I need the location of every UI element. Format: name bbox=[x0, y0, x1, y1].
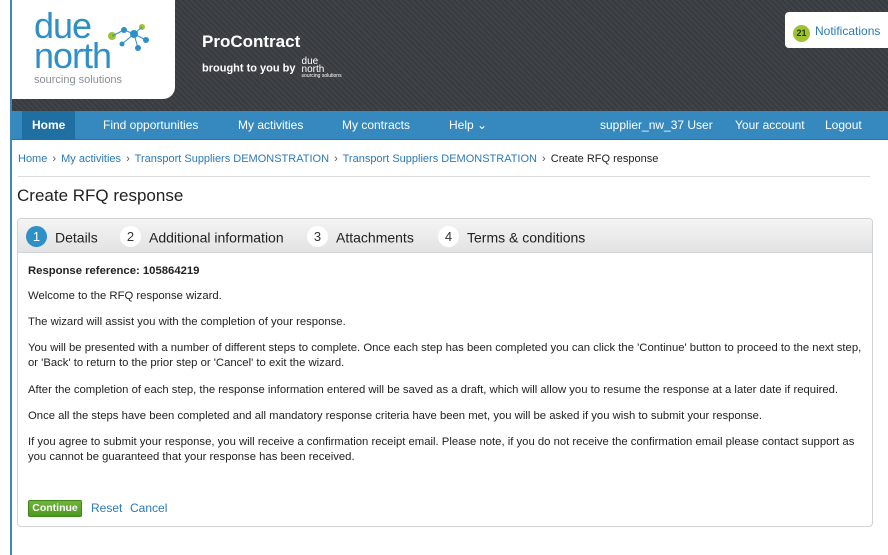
wizard-paragraph: The wizard will assist you with the comp… bbox=[28, 316, 346, 328]
step-number: 3 bbox=[307, 225, 328, 247]
cancel-link[interactable]: Cancel bbox=[130, 501, 167, 515]
site-header: due north sourcing solutions ProContract… bbox=[12, 0, 888, 111]
step-label: Additional information bbox=[149, 229, 284, 246]
wizard-paragraph: Once all the steps have been completed a… bbox=[28, 410, 763, 422]
due-north-logo[interactable]: due north sourcing solutions bbox=[12, 0, 175, 99]
reset-link[interactable]: Reset bbox=[91, 501, 122, 515]
step-number: 2 bbox=[120, 225, 141, 247]
breadcrumb-activity[interactable]: Transport Suppliers DEMONSTRATION bbox=[343, 153, 537, 165]
breadcrumb: Home › My activities › Transport Supplie… bbox=[18, 153, 658, 165]
step-terms-conditions[interactable]: 4 Terms & conditions bbox=[438, 219, 585, 253]
small-logo-tag: sourcing solutions bbox=[301, 73, 342, 79]
nav-help-dropdown[interactable]: Help ⌄ bbox=[439, 111, 497, 140]
breadcrumb-project[interactable]: Transport Suppliers DEMONSTRATION bbox=[135, 153, 329, 165]
step-details[interactable]: 1 Details bbox=[26, 219, 98, 253]
wizard-paragraph: Welcome to the RFQ response wizard. bbox=[28, 290, 222, 302]
nav-home[interactable]: Home bbox=[22, 111, 76, 140]
step-label: Attachments bbox=[336, 229, 414, 246]
wizard-paragraph: After the completion of each step, the r… bbox=[28, 384, 839, 396]
step-number: 4 bbox=[438, 225, 459, 247]
breadcrumb-separator: › bbox=[542, 153, 546, 165]
main-nav: Home Find opportunities My activities My… bbox=[12, 111, 888, 140]
breadcrumb-current: Create RFQ response bbox=[550, 153, 659, 165]
step-label: Terms & conditions bbox=[467, 229, 586, 246]
step-additional-information[interactable]: 2 Additional information bbox=[120, 219, 284, 253]
notifications-label: Notifications bbox=[815, 24, 881, 38]
wizard-paragraph: If you agree to submit your response, yo… bbox=[28, 436, 855, 463]
breadcrumb-divider bbox=[18, 176, 870, 177]
breadcrumb-separator: › bbox=[334, 153, 338, 165]
breadcrumb-my-activities[interactable]: My activities bbox=[61, 153, 121, 165]
continue-button[interactable]: Continue bbox=[28, 500, 82, 517]
wizard-paragraph: You will be presented with a number of d… bbox=[28, 342, 862, 369]
page-title: Create RFQ response bbox=[17, 186, 184, 205]
nav-current-user[interactable]: supplier_nw_37 User bbox=[590, 111, 723, 140]
step-attachments[interactable]: 3 Attachments bbox=[307, 219, 414, 253]
notifications-button[interactable]: 21 Notifications bbox=[785, 12, 888, 48]
breadcrumb-separator: › bbox=[52, 153, 57, 165]
nav-your-account[interactable]: Your account bbox=[725, 111, 815, 140]
nav-my-activities[interactable]: My activities bbox=[228, 111, 313, 140]
notification-count-badge: 21 bbox=[793, 25, 810, 42]
nav-my-contracts[interactable]: My contracts bbox=[332, 111, 420, 140]
due-north-small-logo: due north sourcing solutions bbox=[301, 57, 342, 79]
brand-title: ProContract bbox=[202, 32, 301, 51]
response-reference: Response reference: 105864219 bbox=[28, 265, 200, 277]
logo-tagline: sourcing solutions bbox=[34, 74, 123, 86]
breadcrumb-separator: › bbox=[126, 153, 130, 165]
rfq-response-wizard: 1 Details 2 Additional information 3 Attach… bbox=[17, 218, 873, 527]
nav-logout[interactable]: Logout bbox=[815, 111, 872, 140]
brand-subtitle-text: brought to you by bbox=[202, 62, 296, 75]
step-number: 1 bbox=[26, 225, 47, 247]
nav-find-opportunities[interactable]: Find opportunities bbox=[93, 111, 208, 140]
breadcrumb-home[interactable]: Home bbox=[18, 153, 47, 165]
step-label: Details bbox=[55, 229, 98, 246]
wizard-steps: 1 Details 2 Additional information 3 Attach… bbox=[18, 219, 872, 253]
brand-subtitle: brought to you by due north sourcing sol… bbox=[202, 57, 342, 79]
logo-dots-icon bbox=[108, 24, 149, 51]
